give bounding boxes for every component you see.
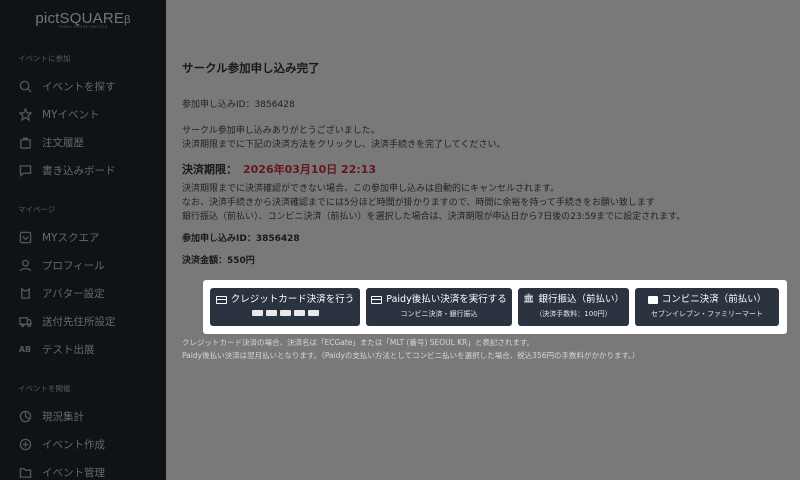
convenience-store-sub: セブンイレブン・ファミリーマート bbox=[651, 310, 763, 318]
bank-transfer-sub: （決済手数料：100円） bbox=[535, 310, 612, 318]
diners-icon bbox=[307, 310, 319, 316]
paidy-payment-button[interactable]: Paidy後払い決済を実行する コンビニ決済・銀行振込 bbox=[366, 288, 512, 326]
credit-card-payment-button[interactable]: クレジットカード決済を行う bbox=[210, 288, 360, 326]
convenience-store-payment-button[interactable]: コンビニ決済（前払い） セブンイレブン・ファミリーマート bbox=[635, 288, 779, 326]
paidy-payment-sub: コンビニ決済・銀行振込 bbox=[400, 310, 478, 318]
bank-transfer-button[interactable]: 🏛 銀行振込（前払い） （決済手数料：100円） bbox=[518, 288, 629, 326]
bank-icon: 🏛 bbox=[523, 294, 535, 304]
paidy-note: Paidy後払い決済は翌月払いとなります。（Paidyの支払い方法としてコンビニ… bbox=[182, 351, 640, 360]
jcb-icon bbox=[279, 310, 291, 316]
credit-card-icon bbox=[215, 295, 227, 304]
credit-card-payment-label: クレジットカード決済を行う bbox=[230, 294, 355, 305]
credit-card-note: クレジットカード決済の場合、決済名は「ECGate」または「MLT (番号) S… bbox=[182, 338, 535, 347]
payment-methods-panel: クレジットカード決済を行う Paidy後払い決済を実行する コンビニ決済・銀行振… bbox=[203, 280, 787, 334]
paidy-payment-label: Paidy後払い決済を実行する bbox=[386, 294, 507, 305]
paidy-card-icon bbox=[371, 295, 383, 304]
payment-notes: クレジットカード決済の場合、決済名は「ECGate」または「MLT (番号) S… bbox=[182, 336, 640, 362]
convenience-store-label: コンビニ決済（前払い） bbox=[661, 294, 767, 305]
card-brands bbox=[210, 310, 360, 316]
visa-icon bbox=[251, 310, 263, 316]
modal-overlay[interactable] bbox=[0, 0, 800, 480]
store-icon bbox=[647, 295, 658, 304]
bank-transfer-label: 銀行振込（前払い） bbox=[538, 294, 624, 305]
mastercard-icon bbox=[265, 310, 277, 316]
amex-icon bbox=[293, 310, 305, 316]
